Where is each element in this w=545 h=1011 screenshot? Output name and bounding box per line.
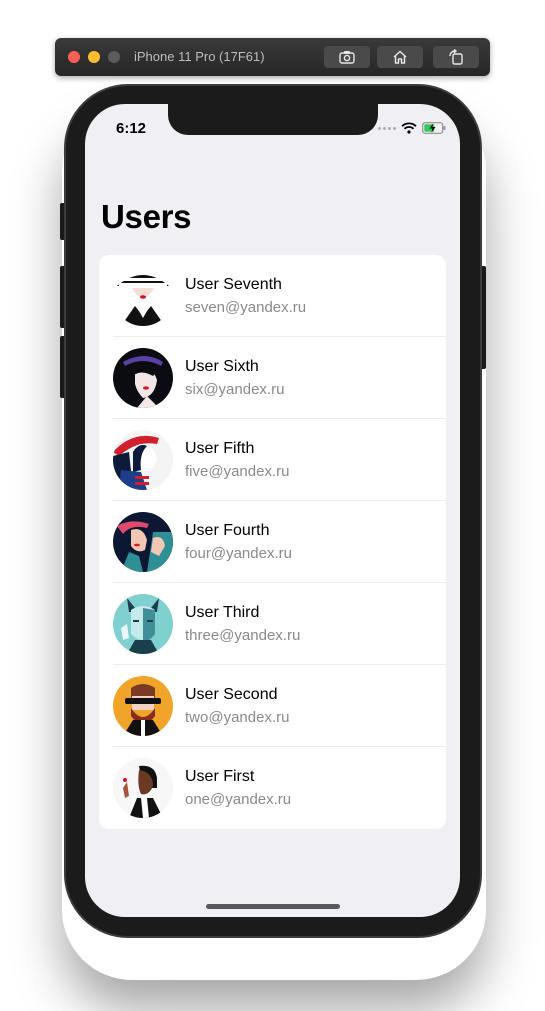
user-avatar [113,594,173,654]
user-avatar [113,758,173,818]
rotate-button[interactable] [433,46,479,68]
user-row[interactable]: User Second two@yandex.ru [99,665,446,747]
screenshot-button[interactable] [324,46,370,68]
user-email: six@yandex.ru [185,381,285,398]
status-icons [378,122,446,134]
zoom-window-button[interactable] [108,51,120,63]
home-indicator[interactable] [206,904,340,909]
user-avatar [113,676,173,736]
user-email: two@yandex.ru [185,709,290,726]
user-row[interactable]: User Seventh seven@yandex.ru [99,255,446,337]
user-row[interactable]: User Sixth six@yandex.ru [99,337,446,419]
user-name: User Third [185,604,260,621]
user-avatar [113,266,173,326]
phone-screen: 6:12 Users User Seventh seven@yandex.ru … [85,104,460,917]
user-avatar [113,512,173,572]
user-avatar [113,348,173,408]
home-icon [393,50,407,64]
user-row[interactable]: User First one@yandex.ru [99,747,446,829]
simulator-title: iPhone 11 Pro (17F61) [134,49,265,64]
battery-charging-icon [422,122,446,134]
user-row[interactable]: User Fourth four@yandex.ru [99,501,446,583]
rotate-icon [449,49,463,65]
user-email: four@yandex.ru [185,545,292,562]
signal-icon [378,126,396,130]
user-name: User Seventh [185,276,282,293]
user-email: one@yandex.ru [185,791,292,808]
user-name: User First [185,768,255,785]
users-list: User Seventh seven@yandex.ru User Sixth … [99,255,446,829]
user-email: five@yandex.ru [185,463,290,480]
minimize-window-button[interactable] [88,51,100,63]
user-email: three@yandex.ru [185,627,301,644]
user-avatar [113,430,173,490]
user-name: User Sixth [185,358,259,375]
user-email: seven@yandex.ru [185,299,307,316]
close-window-button[interactable] [68,51,80,63]
page-title: Users [101,198,192,235]
home-button[interactable] [377,46,423,68]
simulator-title-bar: iPhone 11 Pro (17F61) [55,38,490,76]
user-row[interactable]: User Third three@yandex.ru [99,583,446,665]
user-name: User Second [185,686,278,703]
wifi-icon [401,122,417,134]
user-name: User Fifth [185,440,255,457]
notch [168,104,378,135]
user-name: User Fourth [185,522,270,539]
user-row[interactable]: User Fifth five@yandex.ru [99,419,446,501]
status-time: 6:12 [116,120,147,137]
camera-icon [339,51,355,64]
